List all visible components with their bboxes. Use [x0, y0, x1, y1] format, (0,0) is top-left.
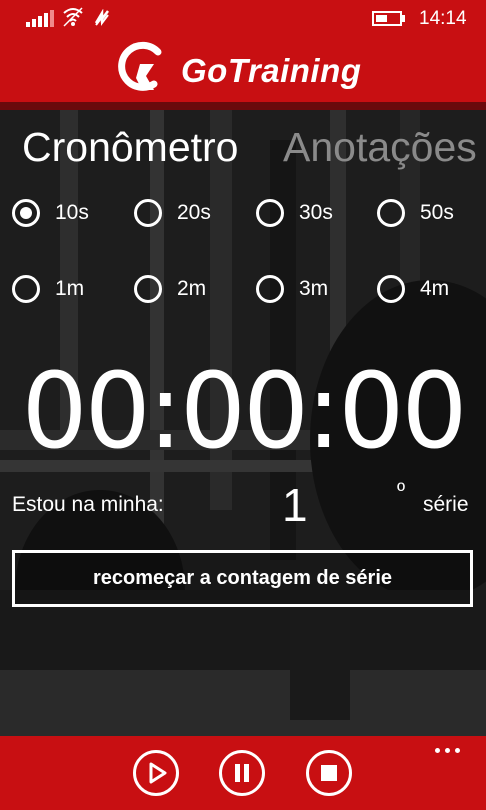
app-title: GoTraining: [181, 52, 362, 89]
radio-20s[interactable]: 20s: [134, 195, 254, 231]
radio-4m[interactable]: 4m: [377, 271, 486, 307]
series-ordinal-mark: º: [397, 478, 406, 503]
series-suffix-label: série: [423, 493, 469, 516]
play-button[interactable]: [133, 750, 179, 796]
pause-button[interactable]: [219, 750, 265, 796]
radio-unselected-icon: [134, 199, 162, 227]
pause-icon: [235, 764, 249, 782]
signal-icon: [26, 10, 54, 27]
radio-1m[interactable]: 1m: [12, 271, 132, 307]
radio-label: 10s: [55, 201, 89, 224]
radio-label: 3m: [299, 277, 329, 300]
radio-unselected-icon: [12, 275, 40, 303]
radio-selected-icon: [12, 199, 40, 227]
more-options-icon[interactable]: [432, 736, 466, 760]
series-prefix-label: Estou na minha:: [12, 493, 164, 516]
radio-10s[interactable]: 10s: [12, 195, 132, 231]
series-number: 1: [282, 479, 308, 531]
header-divider: [0, 102, 486, 110]
radio-30s[interactable]: 30s: [256, 195, 376, 231]
radio-label: 50s: [420, 201, 454, 224]
radio-2m[interactable]: 2m: [134, 271, 254, 307]
timer-display: 00:00:00: [21, 350, 467, 472]
stop-button[interactable]: [306, 750, 352, 796]
tab-anotacoes[interactable]: Anotações: [283, 124, 477, 171]
radio-50s[interactable]: 50s: [377, 195, 486, 231]
data-sync-icon: [94, 9, 109, 26]
radio-label: 20s: [177, 201, 211, 224]
radio-unselected-icon: [377, 275, 405, 303]
radio-unselected-icon: [377, 199, 405, 227]
battery-icon: [372, 11, 405, 26]
helmet-logo-icon: [118, 41, 162, 91]
play-icon: [149, 762, 167, 784]
stop-icon: [321, 765, 337, 781]
reset-series-button[interactable]: recomeçar a contagem de série: [12, 550, 473, 607]
radio-label: 2m: [177, 277, 207, 300]
status-bar: 14:14: [0, 0, 486, 36]
radio-label: 4m: [420, 277, 450, 300]
radio-unselected-icon: [256, 199, 284, 227]
radio-label: 30s: [299, 201, 333, 224]
radio-3m[interactable]: 3m: [256, 271, 376, 307]
radio-unselected-icon: [134, 275, 162, 303]
wifi-icon: [63, 7, 83, 27]
radio-unselected-icon: [256, 275, 284, 303]
tab-cronometro[interactable]: Cronômetro: [22, 124, 238, 171]
radio-label: 1m: [55, 277, 85, 300]
status-time: 14:14: [419, 8, 467, 29]
